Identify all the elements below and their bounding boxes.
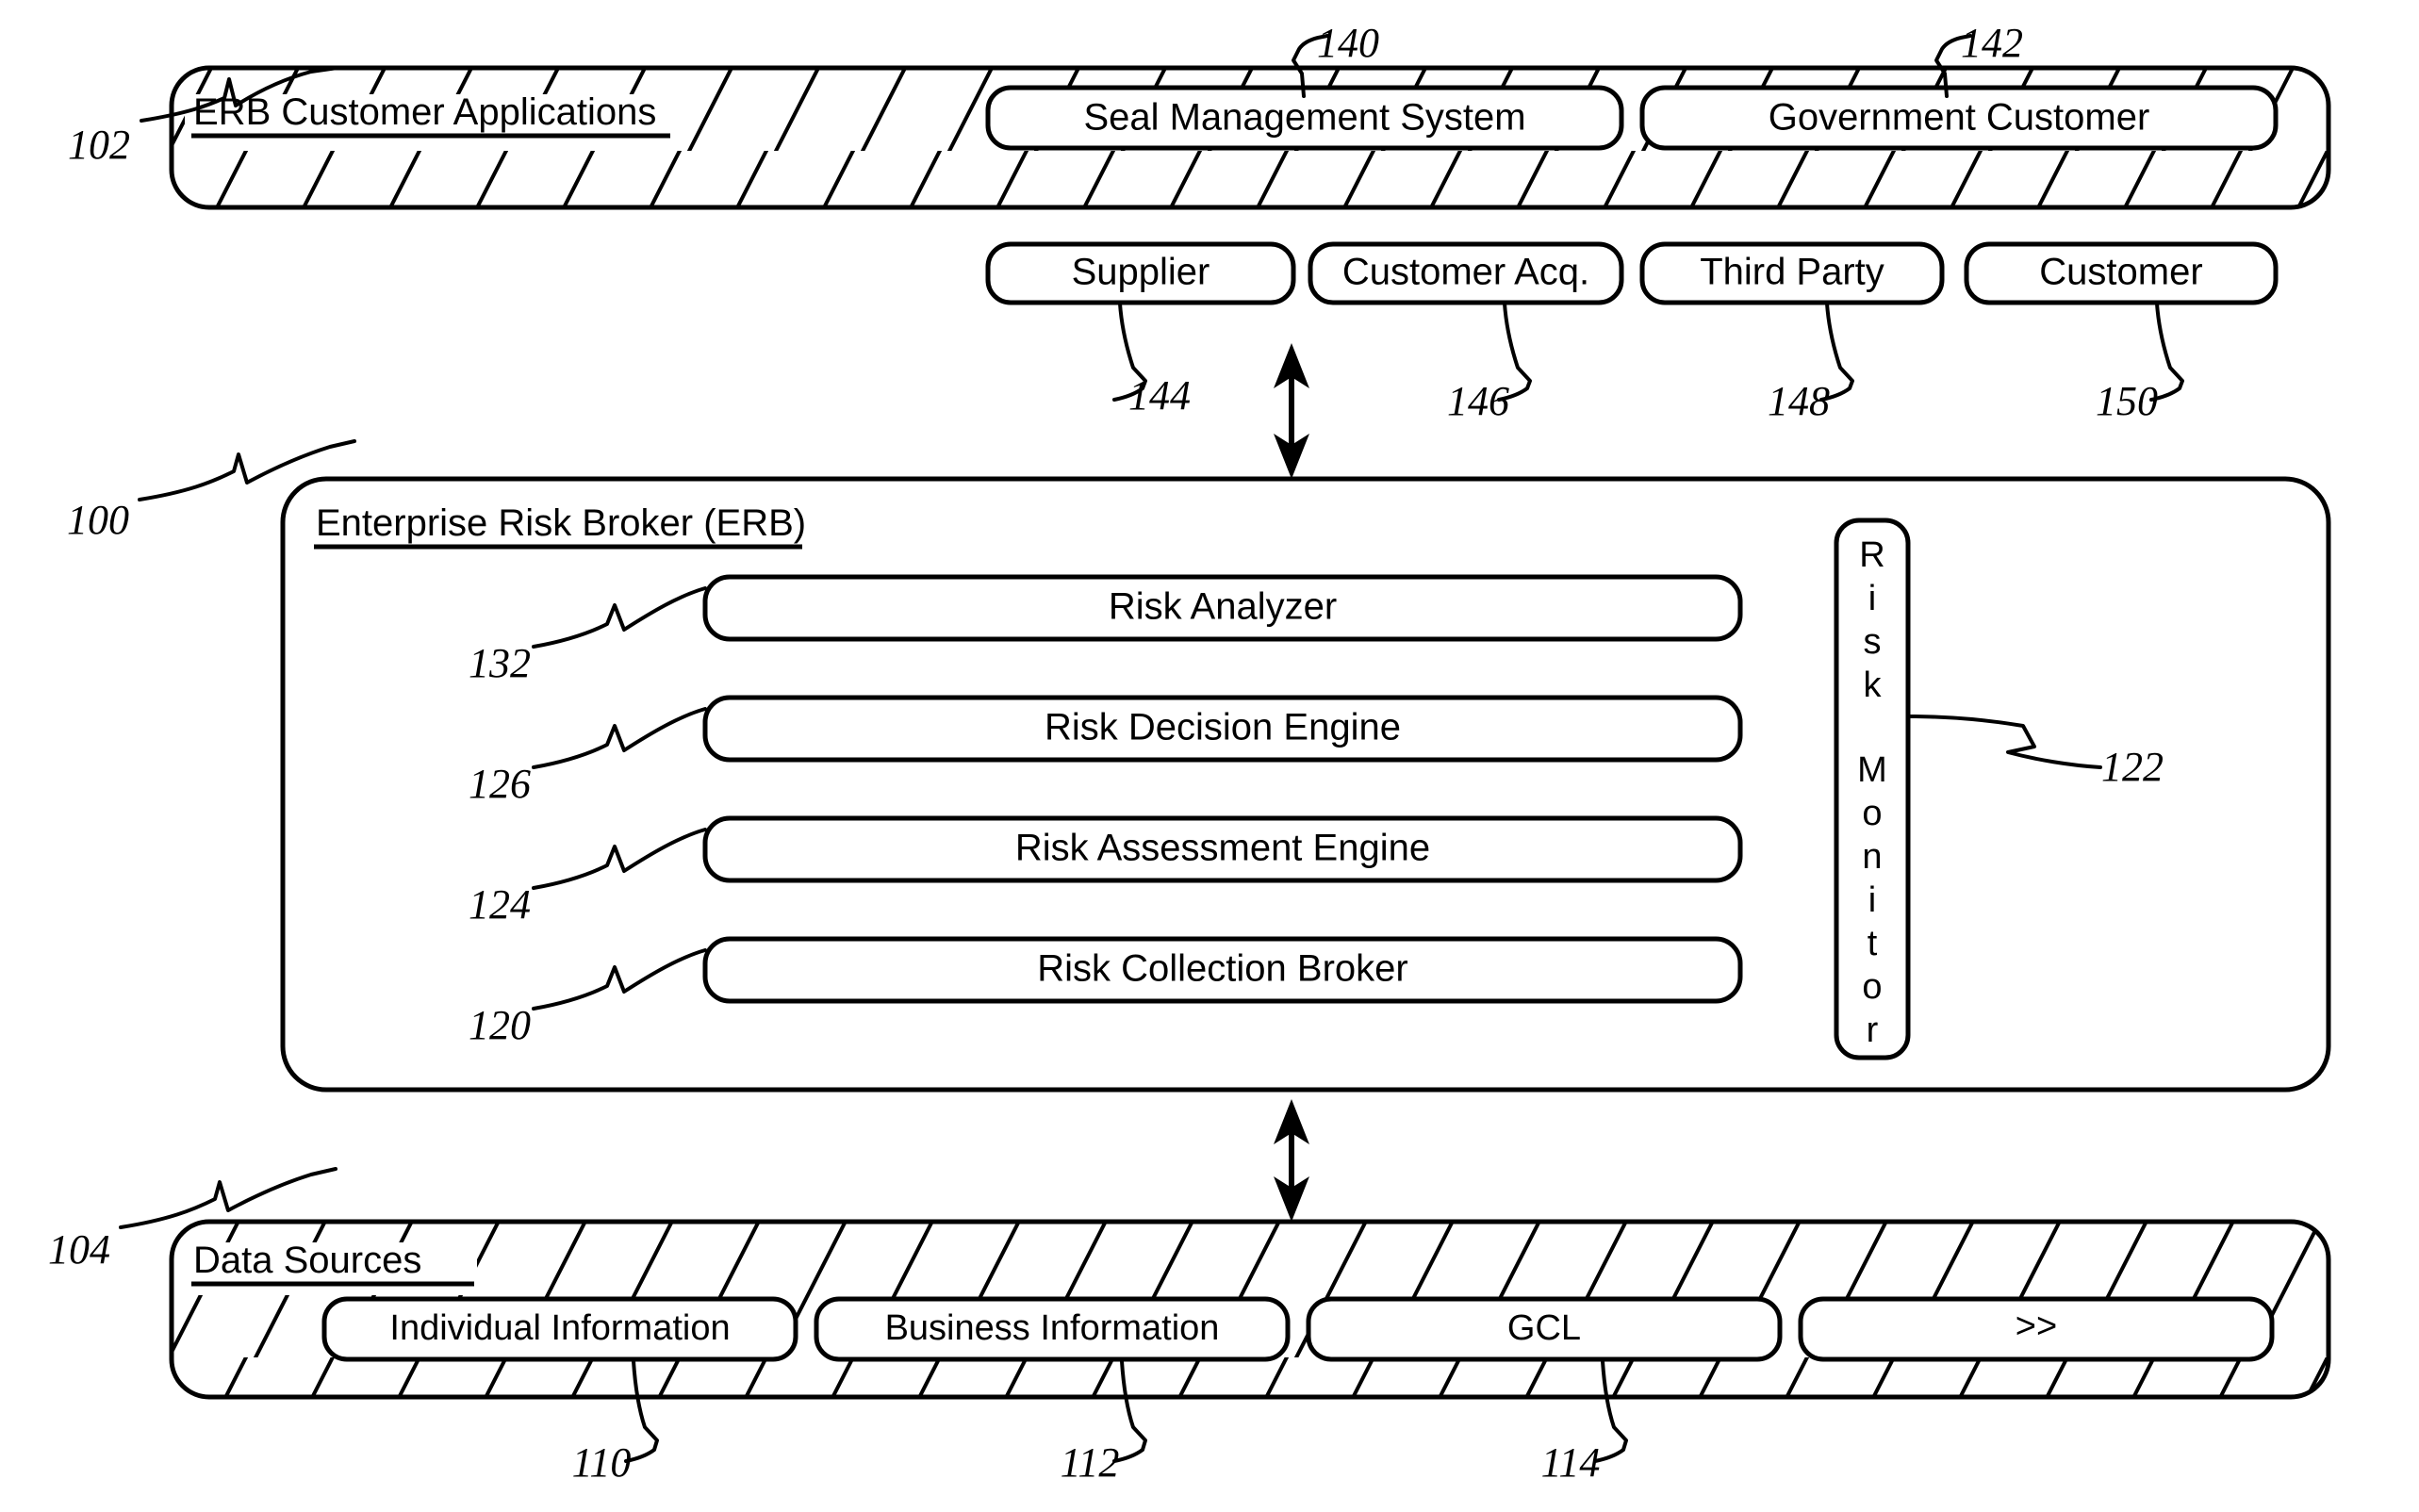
risk-monitor-letter-k: k xyxy=(1864,666,1883,705)
risk-monitor-letter-R: R xyxy=(1859,535,1884,575)
box-customer[interactable]: Customer xyxy=(1964,241,2279,305)
box-label-risk-analyzer: Risk Analyzer xyxy=(1109,586,1337,628)
ref-number-114: 114 xyxy=(1541,1439,1601,1486)
box-label-risk-assessment-engine: Risk Assessment Engine xyxy=(1015,828,1430,869)
ref-number-100: 100 xyxy=(67,497,129,543)
risk-monitor-letter-s: s xyxy=(1864,622,1882,662)
ref-number-124: 124 xyxy=(469,881,531,928)
panel-title-data-sources: Data Sources xyxy=(193,1240,421,1281)
risk-monitor-letter-n: n xyxy=(1862,837,1882,877)
leader-line-132 xyxy=(532,586,707,649)
box-government-customer[interactable]: Government Customer xyxy=(1639,85,2279,151)
panel-enterprise-risk-broker: Enterprise Risk Broker (ERB) Risk Analyz… xyxy=(280,476,2331,1093)
box-label-supplier: Supplier xyxy=(1072,252,1210,293)
ref-number-120: 120 xyxy=(469,1002,531,1048)
ref-number-110: 110 xyxy=(572,1439,632,1486)
panel-data-sources: Data Sources Individual Information Busi… xyxy=(169,1219,2331,1400)
panel-customer-applications: ERB Customer Applications Seal Managemen… xyxy=(169,65,2331,305)
box-third-party[interactable]: Third Party xyxy=(1639,241,1945,305)
box-label-risk-collection-broker: Risk Collection Broker xyxy=(1037,948,1407,990)
box-business-information[interactable]: Business Information xyxy=(814,1296,1291,1362)
leader-line-124 xyxy=(532,828,707,890)
ref-number-126: 126 xyxy=(469,761,531,807)
ref-number-112: 112 xyxy=(1061,1439,1120,1486)
ref-number-104: 104 xyxy=(48,1226,110,1273)
ref-number-150: 150 xyxy=(2096,378,2158,424)
risk-monitor-letter-r: r xyxy=(1867,1011,1879,1050)
leader-line-126 xyxy=(532,707,707,769)
box-label-risk-decision-engine: Risk Decision Engine xyxy=(1045,707,1401,748)
ref-number-140: 140 xyxy=(1317,20,1379,66)
connector-erb-to-data-sources xyxy=(1274,1099,1309,1222)
box-label-government-customer: Government Customer xyxy=(1769,97,2150,139)
box-risk-assessment-engine[interactable]: Risk Assessment Engine xyxy=(702,815,1743,883)
risk-monitor-letter-i2: i xyxy=(1868,880,1876,920)
risk-monitor-letter-M: M xyxy=(1857,750,1887,790)
panel-title-enterprise-risk-broker: Enterprise Risk Broker (ERB) xyxy=(316,502,806,544)
leader-line-120 xyxy=(532,948,707,1011)
box-label-customer-acq: Customer Acq. xyxy=(1342,252,1589,293)
leader-line-100 xyxy=(138,439,356,501)
box-gcl[interactable]: GCL xyxy=(1306,1296,1783,1362)
box-risk-monitor[interactable]: R i s k M o n i t o r xyxy=(1834,518,1911,1060)
ref-number-142: 142 xyxy=(1961,20,2023,66)
risk-monitor-letter-t: t xyxy=(1868,924,1878,963)
risk-monitor-letter-o1: o xyxy=(1862,794,1882,833)
risk-monitor-letter-i: i xyxy=(1868,579,1876,618)
box-risk-analyzer[interactable]: Risk Analyzer xyxy=(702,574,1743,642)
ref-number-102: 102 xyxy=(68,122,130,168)
connector-apps-to-erb xyxy=(1274,343,1309,479)
box-more-sources[interactable]: >> xyxy=(1798,1296,2275,1362)
leader-line-122 xyxy=(1906,715,2102,769)
box-customer-acq[interactable]: Customer Acq. xyxy=(1308,241,1624,305)
figure-canvas: ERB Customer Applications Seal Managemen… xyxy=(48,20,2331,1486)
box-label-business-information: Business Information xyxy=(885,1308,1220,1348)
box-label-third-party: Third Party xyxy=(1700,252,1884,293)
box-label-customer: Customer xyxy=(2039,252,2202,293)
box-label-seal-management-system: Seal Management System xyxy=(1083,97,1525,139)
risk-monitor-letter-o2: o xyxy=(1862,967,1882,1007)
leader-line-104 xyxy=(119,1167,337,1229)
box-label-gcl: GCL xyxy=(1507,1308,1581,1348)
patent-figure: ERB Customer Applications Seal Managemen… xyxy=(0,0,2419,1512)
box-supplier[interactable]: Supplier xyxy=(985,241,1296,305)
panel-title-customer-applications: ERB Customer Applications xyxy=(193,91,656,133)
ref-number-122: 122 xyxy=(2101,744,2164,790)
box-label-more-sources: >> xyxy=(2016,1307,2057,1346)
box-individual-information[interactable]: Individual Information xyxy=(321,1296,798,1362)
ref-number-146: 146 xyxy=(1447,378,1509,424)
ref-number-132: 132 xyxy=(469,640,531,686)
box-risk-decision-engine[interactable]: Risk Decision Engine xyxy=(702,695,1743,763)
box-risk-collection-broker[interactable]: Risk Collection Broker xyxy=(702,936,1743,1004)
ref-number-144: 144 xyxy=(1128,372,1191,419)
box-label-individual-information: Individual Information xyxy=(389,1308,730,1348)
ref-number-148: 148 xyxy=(1768,378,1830,424)
